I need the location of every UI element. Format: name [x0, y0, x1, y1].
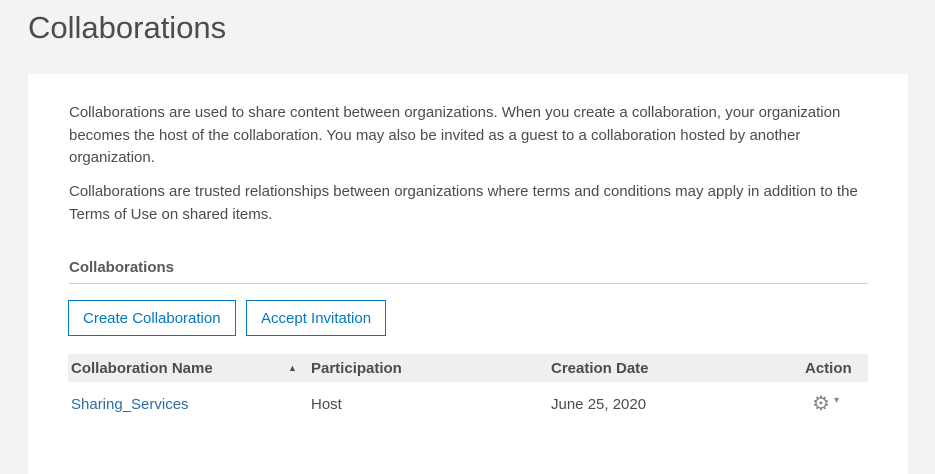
participation: Host: [311, 396, 342, 413]
table-row: Sharing_Services Host June 25, 2020 ⚙ ▾: [68, 391, 868, 421]
create-collaboration-button[interactable]: Create Collaboration: [68, 300, 236, 336]
page-title: Collaborations: [28, 10, 227, 45]
terms-paragraph: Collaborations are trusted relationships…: [69, 183, 858, 223]
gear-icon[interactable]: ⚙: [812, 391, 830, 416]
intro-paragraph: Collaborations are used to share content…: [69, 104, 841, 166]
header-name[interactable]: Collaboration Name: [71, 360, 213, 377]
header-creation-date[interactable]: Creation Date: [551, 360, 649, 377]
header-action: Action: [805, 360, 852, 377]
accept-invitation-button[interactable]: Accept Invitation: [246, 300, 387, 336]
creation-date: June 25, 2020: [551, 396, 647, 413]
collaborations-card: Collaborations are used to share content…: [28, 74, 908, 474]
header-participation[interactable]: Participation: [311, 360, 402, 377]
sort-asc-icon[interactable]: ▲: [288, 363, 297, 373]
collaboration-name-link[interactable]: Sharing_Services: [71, 396, 189, 413]
table-header: Collaboration Name ▲ Participation Creat…: [68, 354, 868, 382]
chevron-down-icon[interactable]: ▾: [834, 395, 839, 406]
section-title: Collaborations: [69, 259, 868, 284]
